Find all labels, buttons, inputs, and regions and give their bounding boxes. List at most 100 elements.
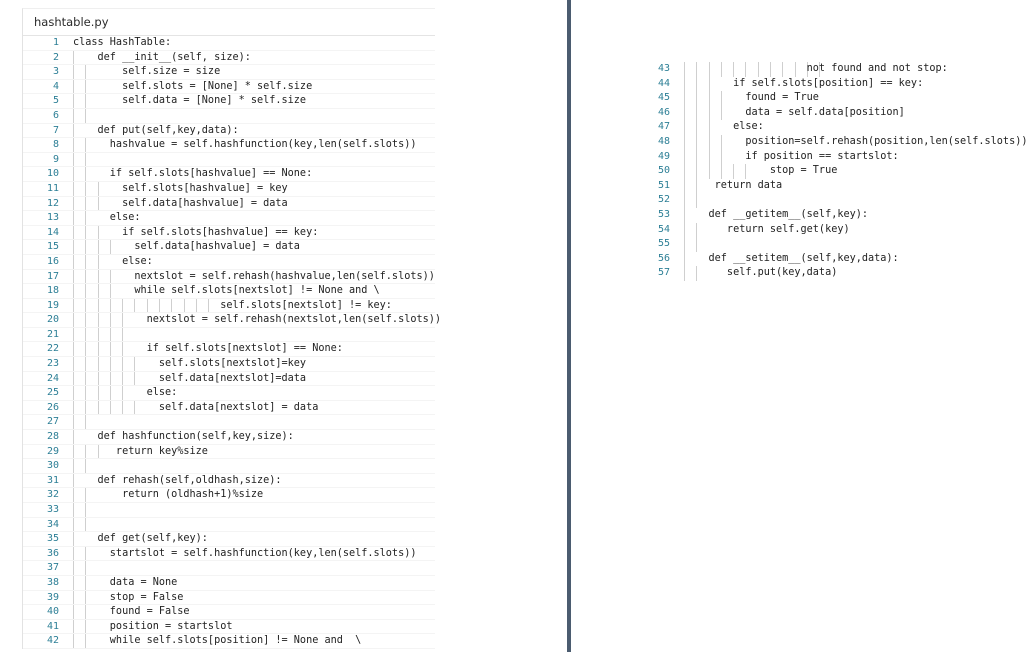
line-number: 3 (52, 66, 59, 78)
line-number: 40 (46, 606, 59, 618)
code-line: 35 def get(self,key): (23, 532, 435, 547)
code-text: def __getitem__(self,key): (684, 208, 869, 220)
line-number: 54 (657, 223, 670, 235)
line-number: 57 (657, 267, 670, 279)
line-number: 23 (46, 358, 59, 370)
code-line: 2 def __init__(self, size): (23, 50, 435, 66)
code-text: return key%size (73, 445, 208, 457)
line-number: 51 (657, 179, 670, 191)
line-number: 6 (52, 109, 59, 121)
code-text: found = False (73, 606, 190, 618)
code-line: 22 if self.slots[nextslot] == None: (23, 342, 435, 358)
code-text: position=self.rehash(position,len(self.s… (684, 135, 1028, 147)
code-text: self.slots = [None] * self.size (73, 80, 313, 92)
line-number: 15 (46, 241, 59, 253)
code-line: 11 self.slots[hashvalue] = key (23, 181, 435, 197)
code-line: 18 while self.slots[nextslot] != None an… (23, 284, 435, 299)
code-text: return (oldhash+1)%size (73, 489, 264, 501)
left-code-lines: 1 class HashTable: 2 def __init__(self, si… (23, 36, 441, 649)
line-number: 50 (657, 165, 670, 177)
code-listing-page: hashtable.py 1 class HashTable: 2 def __in… (0, 0, 1032, 652)
line-number: 29 (46, 445, 59, 457)
code-text: if self.slots[hashvalue] == None: (73, 168, 313, 180)
code-line: 27 (23, 415, 435, 431)
column-divider (567, 0, 571, 652)
line-number: 9 (52, 153, 59, 165)
code-line: 42 while self.slots[position] != None an… (23, 634, 435, 649)
code-text: else: (73, 212, 141, 224)
line-number: 39 (46, 591, 59, 603)
code-line: 14 if self.slots[hashvalue] == key: (23, 225, 435, 241)
code-text: self.put(key,data) (684, 267, 838, 279)
line-number: 8 (52, 139, 59, 151)
code-text: startslot = self.hashfunction(key,len(se… (73, 547, 417, 559)
code-line: 40 found = False (23, 605, 435, 620)
code-line: 6 (23, 108, 435, 124)
code-text: nextslot = self.rehash(nextslot,len(self… (73, 314, 442, 326)
line-number: 16 (46, 255, 59, 267)
code-line: 8 hashvalue = self.hashfunction(key,len(… (23, 138, 435, 153)
line-number: 27 (46, 416, 59, 428)
code-text: def hashfunction(self,key,size): (73, 431, 294, 443)
code-line: 34 (23, 517, 435, 533)
line-number: 18 (46, 285, 59, 297)
line-number: 26 (46, 401, 59, 413)
code-line: 45 found = True (640, 91, 1032, 106)
line-number: 30 (46, 460, 59, 472)
line-number: 49 (657, 150, 670, 162)
code-line: 7 def put(self,key,data): (23, 123, 435, 139)
code-line: 41 position = startslot (23, 619, 435, 635)
line-number: 10 (46, 168, 59, 180)
code-line: 33 (23, 503, 435, 518)
line-number: 14 (46, 226, 59, 238)
code-text: not found and not stop: (684, 63, 948, 74)
code-line: 21 (23, 327, 435, 343)
code-line: 36 startslot = self.hashfunction(key,len… (23, 546, 435, 562)
code-line: 51 return data (640, 178, 1032, 194)
code-text: self.data[hashvalue] = data (73, 197, 288, 209)
code-text: self.data = [None] * self.size (73, 95, 307, 107)
line-number: 43 (657, 63, 670, 74)
line-number: 46 (657, 106, 670, 118)
code-line: 10 if self.slots[hashvalue] == None: (23, 167, 435, 182)
line-number: 48 (657, 135, 670, 147)
code-text: class HashTable: (73, 37, 172, 48)
code-text: def get(self,key): (73, 533, 208, 545)
line-number: 41 (46, 620, 59, 632)
line-number: 25 (46, 387, 59, 399)
code-text: self.slots[hashvalue] = key (73, 182, 288, 194)
code-line: 54 return self.get(key) (640, 222, 1032, 238)
code-line: 39 stop = False (23, 590, 435, 606)
line-number: 5 (52, 95, 59, 107)
line-number: 42 (46, 635, 59, 647)
line-number: 13 (46, 212, 59, 224)
code-line: 31 def rehash(self,oldhash,size): (23, 473, 435, 489)
line-number: 1 (52, 37, 59, 48)
code-text: nextslot = self.rehash(hashvalue,len(sel… (73, 270, 435, 282)
line-number: 31 (46, 474, 59, 486)
code-text: if self.slots[position] == key: (684, 77, 924, 89)
line-number: 34 (46, 518, 59, 530)
code-line: 5 self.data = [None] * self.size (23, 94, 435, 109)
line-number: 24 (46, 372, 59, 384)
line-number: 17 (46, 270, 59, 282)
right-code-column: 43 not found and not stop: 44 if self.slo… (640, 62, 1032, 281)
line-number: 11 (46, 182, 59, 194)
right-code-lines: 43 not found and not stop: 44 if self.slo… (640, 62, 1032, 281)
code-line: 32 return (oldhash+1)%size (23, 488, 435, 503)
code-line: 23 self.slots[nextslot]=key (23, 357, 435, 372)
code-line: 52 (640, 193, 1032, 208)
code-text: if self.slots[hashvalue] == key: (73, 226, 319, 238)
line-number: 2 (52, 51, 59, 63)
code-text: def put(self,key,data): (73, 124, 239, 136)
line-number: 33 (46, 504, 59, 515)
code-line: 24 self.data[nextslot]=data (23, 371, 435, 387)
line-number: 36 (46, 547, 59, 559)
line-number: 37 (46, 562, 59, 574)
code-line: 55 (640, 237, 1032, 252)
line-number: 32 (46, 489, 59, 501)
line-number: 22 (46, 343, 59, 355)
code-text: self.slots[nextslot]=key (73, 358, 307, 370)
code-text: else: (73, 255, 153, 267)
code-line: 37 (23, 561, 435, 576)
